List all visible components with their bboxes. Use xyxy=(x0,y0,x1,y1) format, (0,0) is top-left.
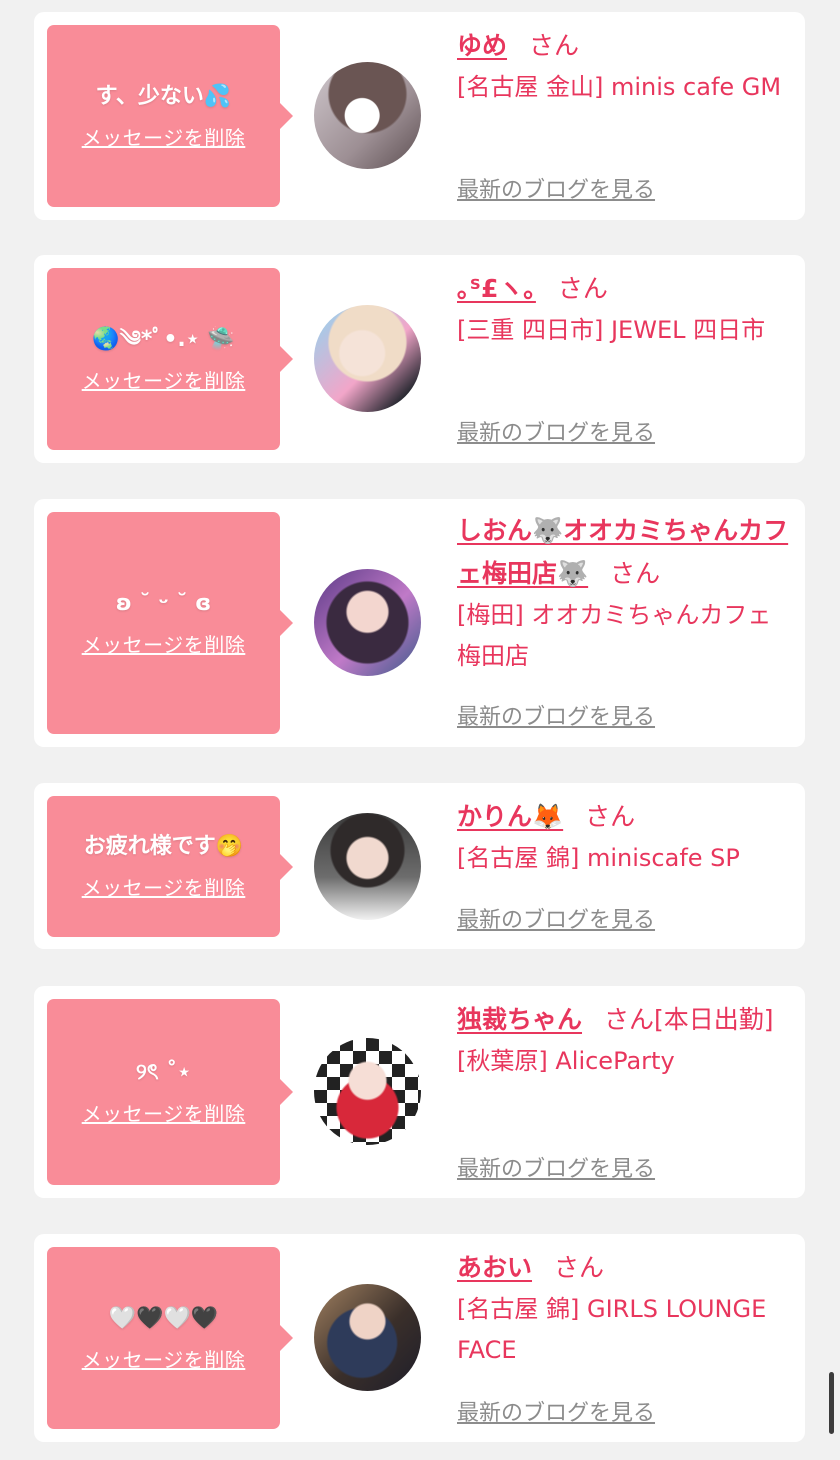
honorific: さん xyxy=(554,1253,605,1282)
profile-info: あおい さん [名古屋 錦] GIRLS LOUNGE FACE xyxy=(457,1246,792,1371)
profile-name-link[interactable]: ｡ᔆ£ヽ｡ xyxy=(457,274,536,303)
profile-name-link[interactable]: あおい xyxy=(457,1253,532,1282)
shop-text: [名古屋 錦] GIRLS LOUNGE FACE xyxy=(457,1295,767,1364)
message-bubble: ୨ৎ ˚⋆ メッセージを削除 xyxy=(47,999,293,1185)
profile-info: ゆめ さん [名古屋 金山] minis cafe GM xyxy=(457,24,792,108)
latest-blog-link[interactable]: 最新のブログを見る xyxy=(457,415,655,447)
delete-message-link[interactable]: メッセージを削除 xyxy=(82,1344,246,1373)
shop-text: [名古屋 金山] minis cafe GM xyxy=(457,73,782,101)
latest-blog-link[interactable]: 最新のブログを見る xyxy=(457,1151,655,1183)
honorific: さん xyxy=(604,1005,655,1034)
profile-info: かりん🦊 さん [名古屋 錦] miniscafe SP xyxy=(457,795,792,879)
honorific: さん xyxy=(529,31,580,60)
honorific: さん xyxy=(585,802,636,831)
message-bubble: 🌏༄*ﾟ•.⋆ 🛸 メッセージを削除 xyxy=(47,268,293,450)
avatar[interactable] xyxy=(314,569,421,676)
message-card: す、少ない💦 メッセージを削除 ゆめ さん [名古屋 金山] minis cafe… xyxy=(34,12,805,220)
profile-name-link[interactable]: 独裁ちゃん xyxy=(457,1005,582,1034)
latest-blog-link[interactable]: 最新のブログを見る xyxy=(457,1395,655,1427)
avatar[interactable] xyxy=(314,1284,421,1391)
latest-blog-link[interactable]: 最新のブログを見る xyxy=(457,902,655,934)
message-text: 🌏༄*ﾟ•.⋆ 🛸 xyxy=(92,326,235,352)
message-text: ୨ৎ ˚⋆ xyxy=(135,1059,192,1085)
message-card: 🤍🖤🤍🖤 メッセージを削除 あおい さん [名古屋 錦] GIRLS LOUNGE… xyxy=(34,1234,805,1442)
message-text: す、少ない💦 xyxy=(95,83,232,109)
avatar[interactable] xyxy=(314,62,421,169)
delete-message-link[interactable]: メッセージを削除 xyxy=(82,365,246,394)
message-text: お疲れ様です🤭 xyxy=(83,834,244,859)
avatar[interactable] xyxy=(314,813,421,920)
latest-blog-link[interactable]: 最新のブログを見る xyxy=(457,699,655,731)
message-bubble: ʚ ˘ ᵕ ˘ ɞ メッセージを削除 xyxy=(47,512,293,734)
shop-text: [名古屋 錦] miniscafe SP xyxy=(457,844,740,872)
honorific: さん xyxy=(557,274,608,303)
profile-info: ｡ᔆ£ヽ｡ さん [三重 四日市] JEWEL 四日市 xyxy=(457,267,792,351)
delete-message-link[interactable]: メッセージを削除 xyxy=(82,122,246,151)
message-text: ʚ ˘ ᵕ ˘ ɞ xyxy=(115,590,212,616)
shop-text: [秋葉原] AliceParty xyxy=(457,1047,675,1075)
shop-text: [三重 四日市] JEWEL 四日市 xyxy=(457,316,766,344)
profile-info: 独裁ちゃん さん[本日出勤] [秋葉原] AliceParty xyxy=(457,998,792,1082)
status-badge: [本日出勤] xyxy=(654,1005,774,1034)
avatar[interactable] xyxy=(314,305,421,412)
message-bubble: 🤍🖤🤍🖤 メッセージを削除 xyxy=(47,1247,293,1429)
message-card: 🌏༄*ﾟ•.⋆ 🛸 メッセージを削除 ｡ᔆ£ヽ｡ さん [三重 四日市] JEWE… xyxy=(34,255,805,463)
shop-text: [梅田] オオカミちゃんカフェ梅田店 xyxy=(457,601,772,670)
message-card: お疲れ様です🤭 メッセージを削除 かりん🦊 さん [名古屋 錦] miniscaf… xyxy=(34,783,805,949)
message-card: ୨ৎ ˚⋆ メッセージを削除 独裁ちゃん さん[本日出勤] [秋葉原] Alice… xyxy=(34,986,805,1198)
profile-name-link[interactable]: かりん🦊 xyxy=(457,802,563,831)
scrollbar[interactable] xyxy=(829,1372,834,1434)
avatar[interactable] xyxy=(314,1038,421,1145)
delete-message-link[interactable]: メッセージを削除 xyxy=(82,629,246,658)
message-bubble: お疲れ様です🤭 メッセージを削除 xyxy=(47,796,293,937)
message-card: ʚ ˘ ᵕ ˘ ɞ メッセージを削除 しおん🐺オオカミちゃんカフェ梅田店🐺 さん … xyxy=(34,499,805,747)
delete-message-link[interactable]: メッセージを削除 xyxy=(82,1098,246,1127)
delete-message-link[interactable]: メッセージを削除 xyxy=(82,872,246,901)
honorific: さん xyxy=(610,559,661,588)
profile-info: しおん🐺オオカミちゃんカフェ梅田店🐺 さん [梅田] オオカミちゃんカフェ梅田店 xyxy=(457,509,792,677)
message-bubble: す、少ない💦 メッセージを削除 xyxy=(47,25,293,207)
message-text: 🤍🖤🤍🖤 xyxy=(108,1305,219,1331)
latest-blog-link[interactable]: 最新のブログを見る xyxy=(457,172,655,204)
profile-name-link[interactable]: ゆめ xyxy=(457,31,507,60)
